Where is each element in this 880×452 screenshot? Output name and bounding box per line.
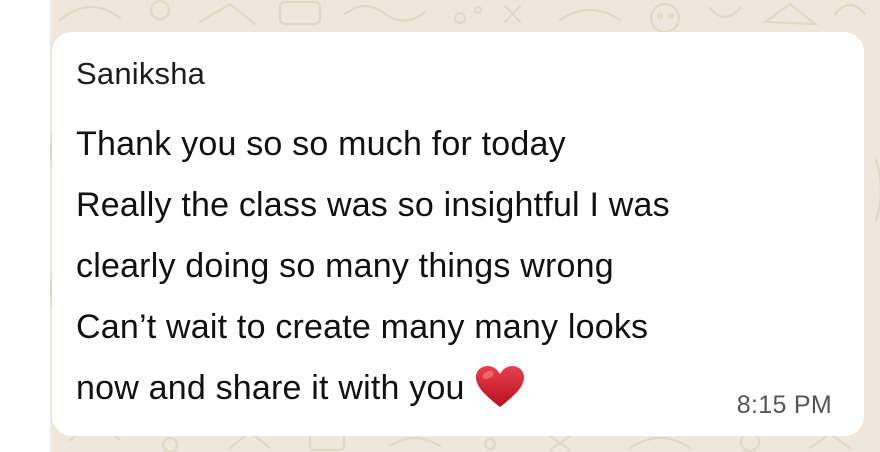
message-line: Really the class was so insightful I was [76,186,670,224]
message-line: Can’t wait to create many many looks [76,308,649,346]
message-line: clearly doing so many things wrong [76,247,614,285]
message-timestamp: 8:15 PM [736,391,832,419]
message-bubble[interactable]: Saniksha Thank you so so much for today … [52,32,864,436]
message-text: Thank you so so much for today Really th… [76,114,840,419]
message-line-last: now and share it with you [76,358,840,419]
heart-icon [475,366,524,407]
message-line: Thank you so so much for today [76,125,566,163]
sender-name: Saniksha [76,56,206,91]
message-line: now and share it with you [76,369,465,407]
